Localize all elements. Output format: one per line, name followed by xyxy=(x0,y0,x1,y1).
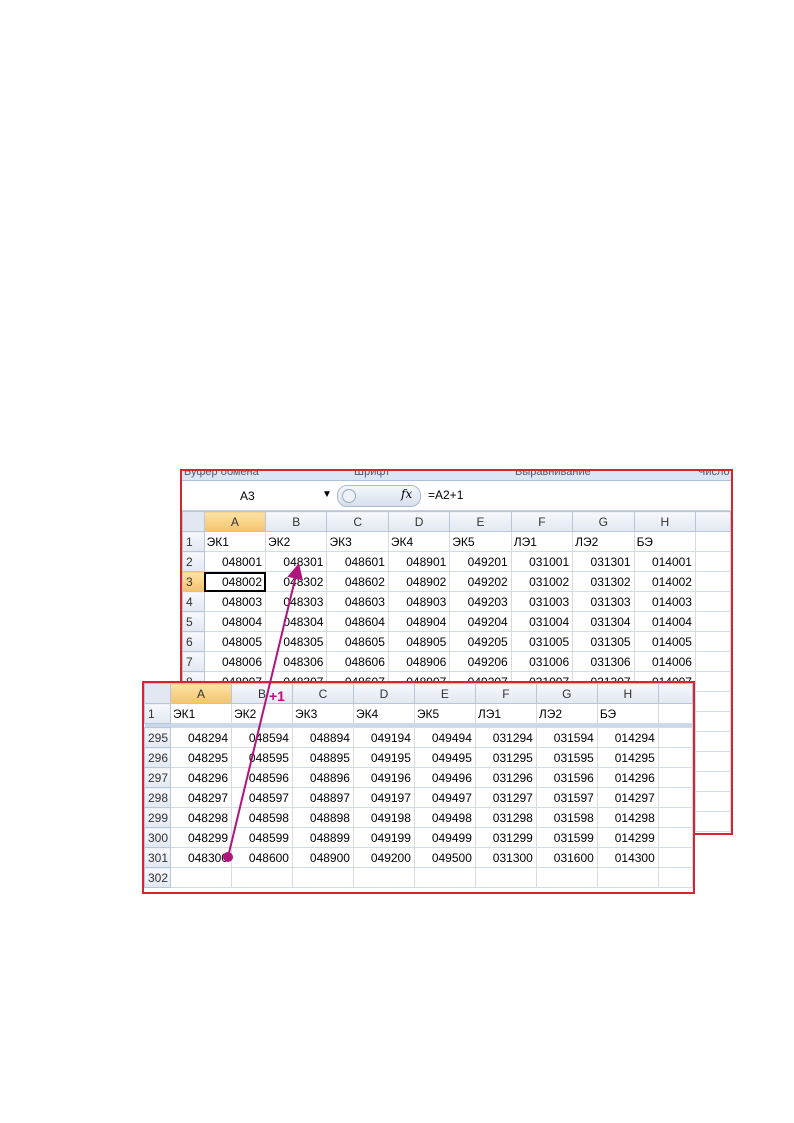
increment-arrow xyxy=(223,563,303,862)
arrow-line xyxy=(227,563,303,858)
increment-label: +1 xyxy=(269,688,285,704)
arrow-origin-dot xyxy=(223,852,233,862)
